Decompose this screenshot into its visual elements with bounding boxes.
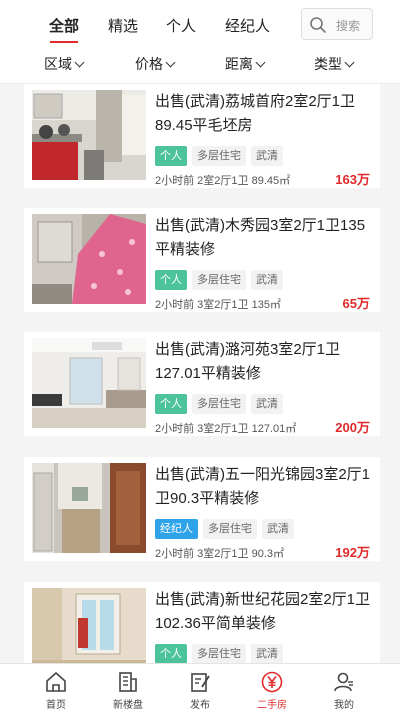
nav-publish[interactable]: 发布 bbox=[160, 664, 240, 711]
nav-label: 我的 bbox=[334, 700, 354, 711]
listing-item[interactable]: 出售(武清)荔城首府2室2厅1卫89.45平毛坯房 个人 多层住宅 武清 2小时前 … bbox=[24, 84, 380, 188]
tab-all[interactable]: 全部 bbox=[49, 15, 79, 43]
listing-title: 出售(武清)木秀园3室2厅1卫135平精装修 bbox=[155, 217, 366, 258]
chevron-down-icon bbox=[344, 57, 355, 68]
listing-meta: 2小时前 3室2厅1卫 90.3㎡ bbox=[155, 548, 284, 560]
listing-photo bbox=[32, 338, 146, 428]
listing-price: 163万 bbox=[335, 172, 370, 187]
building-type-tag: 多层住宅 bbox=[192, 146, 246, 166]
nav-label: 新楼盘 bbox=[113, 700, 143, 711]
nav-label: 首页 bbox=[46, 700, 66, 711]
listing-item[interactable]: 出售(武清)新世纪花园2室2厅1卫102.36平简单装修 个人 多层住宅 武清 bbox=[24, 582, 380, 663]
district-tag: 武清 bbox=[251, 146, 283, 166]
tab-agent[interactable]: 经纪人 bbox=[225, 15, 270, 36]
listing-meta: 2小时前 3室2厅1卫 135㎡ bbox=[155, 299, 281, 311]
top-header: 全部 精选 个人 经纪人 搜索 区域 价格 距离 类型 bbox=[0, 0, 400, 84]
edit-icon bbox=[191, 673, 210, 692]
category-tabs: 全部 精选 个人 经纪人 搜索 bbox=[0, 0, 400, 46]
seller-badge: 经纪人 bbox=[155, 519, 198, 539]
listing-item[interactable]: 出售(武清)五一阳光锦园3室2厅1卫90.3平精装修 经纪人 多层住宅 武清 2小时… bbox=[24, 457, 380, 561]
nav-home[interactable]: 首页 bbox=[16, 664, 96, 711]
chevron-down-icon bbox=[255, 57, 266, 68]
user-icon bbox=[334, 672, 353, 692]
seller-badge: 个人 bbox=[155, 270, 187, 290]
home-icon bbox=[46, 672, 66, 692]
search-box[interactable]: 搜索 bbox=[301, 8, 373, 40]
listing-photo bbox=[32, 588, 146, 663]
district-tag: 武清 bbox=[262, 519, 294, 539]
listing-item[interactable]: 出售(武清)潞河苑3室2厅1卫127.01平精装修 个人 多层住宅 武清 2小时前 … bbox=[24, 332, 380, 436]
building-type-tag: 多层住宅 bbox=[192, 270, 246, 290]
building-type-tag: 多层住宅 bbox=[192, 394, 246, 414]
listing-tags: 个人 多层住宅 武清 bbox=[155, 644, 288, 663]
listing-photo bbox=[32, 214, 146, 304]
listing-item[interactable]: 出售(武清)木秀园3室2厅1卫135平精装修 个人 多层住宅 武清 2小时前 3室2… bbox=[24, 208, 380, 312]
seller-badge: 个人 bbox=[155, 394, 187, 414]
listing-title: 出售(武清)新世纪花园2室2厅1卫102.36平简单装修 bbox=[155, 591, 371, 632]
listing-price: 200万 bbox=[335, 420, 370, 435]
listing-tags: 个人 多层住宅 武清 bbox=[155, 146, 288, 166]
building-type-tag: 多层住宅 bbox=[192, 644, 246, 663]
listing-price: 192万 bbox=[335, 545, 370, 560]
listing-tags: 个人 多层住宅 武清 bbox=[155, 270, 288, 290]
listing-meta: 2小时前 2室2厅1卫 89.45㎡ bbox=[155, 175, 291, 187]
search-icon bbox=[310, 17, 326, 33]
chevron-down-icon bbox=[74, 57, 85, 68]
filter-type[interactable]: 类型 bbox=[314, 54, 355, 74]
filter-area[interactable]: 区域 bbox=[44, 54, 85, 74]
seller-badge: 个人 bbox=[155, 146, 187, 166]
listing-tags: 经纪人 多层住宅 武清 bbox=[155, 519, 299, 539]
seller-badge: 个人 bbox=[155, 644, 187, 663]
filter-distance[interactable]: 距离 bbox=[225, 54, 266, 74]
bottom-nav: 首页 新楼盘 发布 二手房 我的 bbox=[0, 663, 400, 711]
listing-price: 65万 bbox=[342, 296, 370, 311]
district-tag: 武清 bbox=[251, 394, 283, 414]
listing-photo bbox=[32, 463, 146, 553]
listing-title: 出售(武清)五一阳光锦园3室2厅1卫90.3平精装修 bbox=[155, 466, 371, 507]
nav-new-properties[interactable]: 新楼盘 bbox=[88, 664, 168, 711]
yuan-icon bbox=[261, 671, 283, 693]
listing-photo bbox=[32, 90, 146, 180]
chevron-down-icon bbox=[165, 57, 176, 68]
nav-second-hand[interactable]: 二手房 bbox=[232, 664, 312, 711]
nav-label: 二手房 bbox=[257, 700, 287, 711]
listing-title: 出售(武清)荔城首府2室2厅1卫89.45平毛坯房 bbox=[155, 93, 356, 134]
search-placeholder: 搜索 bbox=[336, 19, 361, 33]
filter-price[interactable]: 价格 bbox=[135, 54, 176, 74]
tab-individual[interactable]: 个人 bbox=[166, 15, 196, 36]
filter-bar: 区域 价格 距离 类型 bbox=[0, 48, 400, 78]
building-icon bbox=[119, 672, 137, 692]
nav-label: 发布 bbox=[190, 700, 210, 711]
listing-title: 出售(武清)潞河苑3室2厅1卫127.01平精装修 bbox=[155, 341, 341, 382]
listing-list: 出售(武清)荔城首府2室2厅1卫89.45平毛坯房 个人 多层住宅 武清 2小时前 … bbox=[24, 84, 380, 663]
district-tag: 武清 bbox=[251, 644, 283, 663]
listing-meta: 2小时前 3室2厅1卫 127.01㎡ bbox=[155, 423, 297, 435]
tab-featured[interactable]: 精选 bbox=[108, 15, 138, 36]
district-tag: 武清 bbox=[251, 270, 283, 290]
building-type-tag: 多层住宅 bbox=[203, 519, 257, 539]
listing-tags: 个人 多层住宅 武清 bbox=[155, 394, 288, 414]
nav-profile[interactable]: 我的 bbox=[304, 664, 384, 711]
